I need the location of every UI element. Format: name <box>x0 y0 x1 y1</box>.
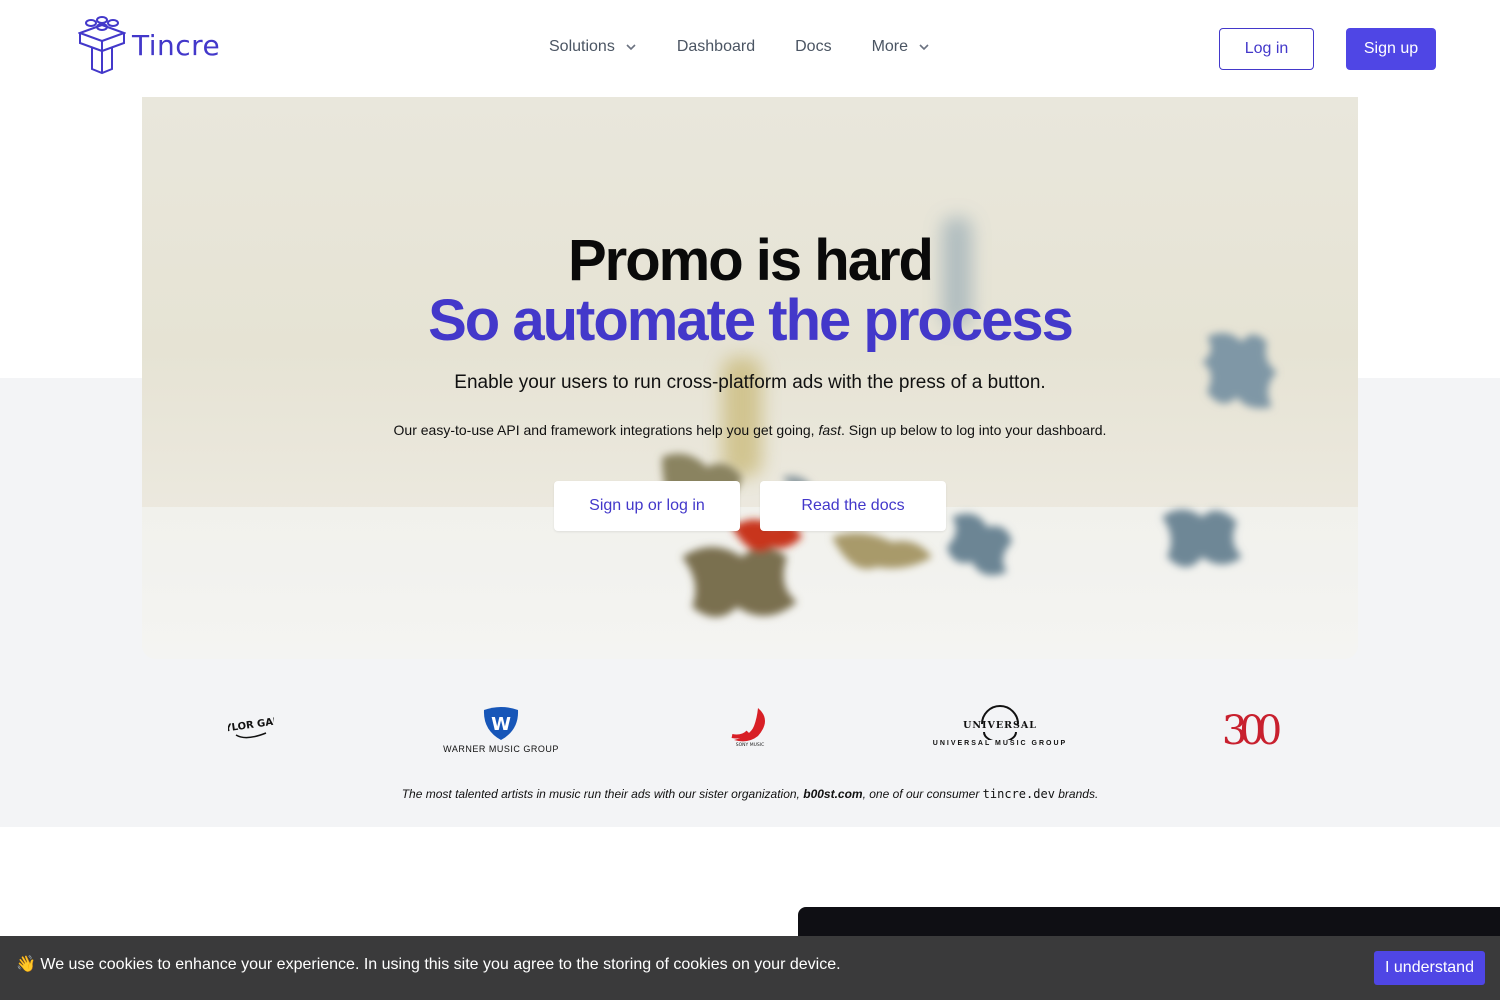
sony-music-icon: SONY MUSIC <box>731 708 765 748</box>
cookie-text: We use cookies to enhance your experienc… <box>40 956 841 973</box>
logo[interactable]: Tincre <box>78 15 220 75</box>
300-wordmark: 300 <box>1222 708 1280 752</box>
hero-subtitle: Enable your users to run cross-platform … <box>454 372 1046 393</box>
client-logos: TAYLOR GANG W WARNER MUSIC GROUP SONY MU… <box>0 700 1500 770</box>
b00st-link[interactable]: b00st.com <box>803 787 862 801</box>
nav-dashboard-label: Dashboard <box>676 38 756 55</box>
signup-button[interactable]: Sign up <box>1346 28 1436 70</box>
tincre-logo-icon <box>78 16 126 75</box>
hero-description-post: . Sign up below to log into your dashboa… <box>841 422 1107 438</box>
site-header: Tincre Solutions Dashboard Docs More Log… <box>0 0 1500 97</box>
hero-title-line1: Promo is hard <box>568 228 934 293</box>
taylor-gang-logo-icon: TAYLOR GANG <box>228 715 274 739</box>
warner-wordmark: WARNER MUSIC GROUP <box>443 744 559 754</box>
cookie-message: 👋 We use cookies to enhance your experie… <box>16 954 841 974</box>
taylor-gang-logo: TAYLOR GANG <box>228 715 274 745</box>
signup-or-login-button[interactable]: Sign up or log in <box>554 481 740 531</box>
hero-description: Our easy-to-use API and framework integr… <box>142 422 1358 438</box>
chevron-down-icon <box>626 44 636 51</box>
logo-text: Tincre <box>132 28 221 62</box>
wave-icon: 👋 <box>16 956 36 973</box>
universal-music-group-logo: UNIVERSAL UNIVERSAL MUSIC GROUP <box>930 704 1070 747</box>
nav-more-label: More <box>871 38 909 55</box>
hero-section: Promo is hard So automate the process En… <box>142 97 1358 659</box>
logos-caption-pre: The most talented artists in music run t… <box>401 787 804 801</box>
chevron-down-icon <box>919 44 929 51</box>
hero-description-pre: Our easy-to-use API and framework integr… <box>393 422 819 438</box>
300-logo-icon: 300 <box>1222 708 1280 752</box>
hero-description-emphasis: fast <box>818 422 842 438</box>
hero-title-line2: So automate the process <box>428 288 1074 353</box>
nav-solutions-label: Solutions <box>549 38 615 55</box>
taylor-gang-wordmark: TAYLOR GANG <box>228 715 274 736</box>
logos-caption-mid: , one of our consumer <box>862 787 983 801</box>
nav-docs-label: Docs <box>795 38 832 55</box>
sony-music-wordmark: SONY MUSIC <box>736 742 764 748</box>
warner-music-group-logo: W WARNER MUSIC GROUP <box>443 706 559 754</box>
warner-shield-icon: W <box>483 707 519 740</box>
nav-solutions[interactable]: Solutions <box>549 38 637 56</box>
universal-globe-icon: UNIVERSAL <box>963 705 1037 740</box>
nav-dashboard[interactable]: Dashboard <box>677 38 755 56</box>
svg-text:W: W <box>491 714 511 735</box>
nav-more[interactable]: More <box>872 38 930 56</box>
nav-docs[interactable]: Docs <box>795 38 831 56</box>
300-entertainment-logo: 300 <box>1218 708 1280 752</box>
logos-caption-post: brands. <box>1054 787 1099 801</box>
sony-music-logo: SONY MUSIC <box>726 706 774 748</box>
logos-caption: The most talented artists in music run t… <box>0 787 1500 801</box>
main-nav: Solutions Dashboard Docs More <box>549 38 970 56</box>
read-docs-button[interactable]: Read the docs <box>760 481 946 531</box>
cookie-banner: 👋 We use cookies to enhance your experie… <box>0 936 1500 1000</box>
login-button[interactable]: Log in <box>1219 28 1314 70</box>
universal-wordmark: UNIVERSAL <box>963 720 1037 731</box>
tincre-dev-code: tincre.dev <box>982 787 1055 801</box>
cookie-accept-button[interactable]: I understand <box>1374 951 1485 985</box>
umg-wordmark: UNIVERSAL MUSIC GROUP <box>932 740 1068 747</box>
